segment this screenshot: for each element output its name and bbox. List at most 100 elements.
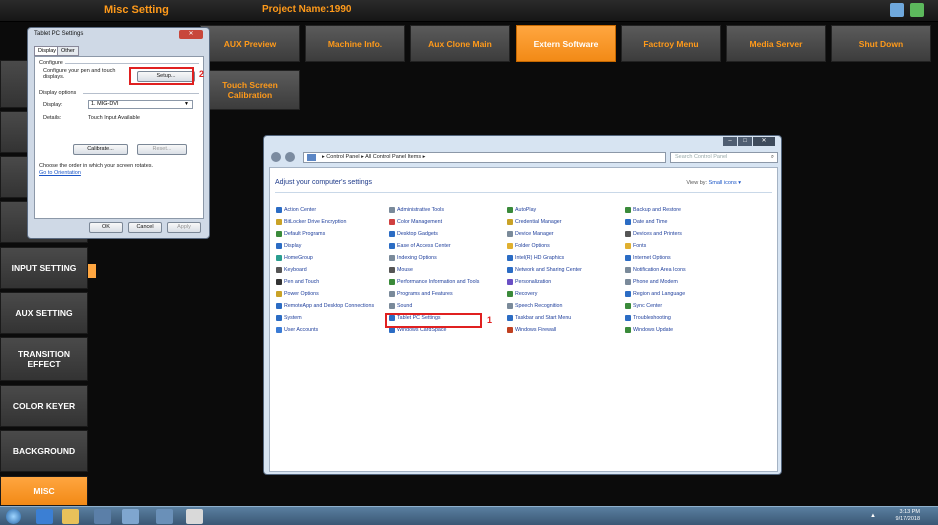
shut-down-button[interactable]: Shut Down [831,25,931,62]
tab-other[interactable]: Other [57,46,79,56]
control-panel-item-notification-area-icons[interactable]: Notification Area Icons [625,267,686,273]
cancel-button[interactable]: Cancel [128,222,162,233]
sidebar-item-background[interactable]: BACKGROUND [0,430,88,472]
control-panel-item-action-center[interactable]: Action Center [276,207,316,213]
control-panel-item-system[interactable]: System [276,315,302,321]
item-icon [276,243,282,249]
item-label: System [284,315,302,321]
item-icon [625,231,631,237]
control-panel-item-display[interactable]: Display [276,243,301,249]
control-panel-item-remoteapp-and-desktop-connections[interactable]: RemoteApp and Desktop Connections [276,303,374,309]
item-icon [507,219,513,225]
extern-software-button[interactable]: Extern Software [516,25,616,62]
control-panel-item-indexing-options[interactable]: Indexing Options [389,255,437,261]
chevron-down-icon: ▼ [184,101,189,107]
item-icon [625,303,631,309]
item-label: Windows Update [633,327,674,333]
display-select[interactable]: 1. MIG-DVI ▼ [88,100,193,109]
address-text: ▸ Control Panel ▸ All Control Panel Item… [322,154,426,160]
item-label: Troubleshooting [633,315,671,321]
internet-explorer-icon[interactable] [36,509,53,524]
back-icon[interactable] [271,152,281,162]
control-panel-item-performance-information-and-tools[interactable]: Performance Information and Tools [389,279,479,285]
project-name: Project Name:1990 [262,4,352,15]
monitor-icon[interactable] [910,3,924,17]
control-panel-item-folder-options[interactable]: Folder Options [507,243,550,249]
sidebar-item-input-setting[interactable]: INPUT SETTING [0,247,88,289]
search-input[interactable]: Search Control Panel ⌕ [670,152,778,163]
app-icon[interactable] [94,509,111,524]
control-panel-item-administrative-tools[interactable]: Administrative Tools [389,207,444,213]
sidebar-item-aux-setting[interactable]: AUX SETTING [0,292,88,334]
misc-app-taskbar-icon[interactable] [186,509,203,524]
item-icon [389,231,395,237]
control-panel-item-programs-and-features[interactable]: Programs and Features [389,291,453,297]
file-explorer-icon[interactable] [62,509,79,524]
control-panel-item-keyboard[interactable]: Keyboard [276,267,307,273]
tray-expand-icon[interactable]: ▲ [870,513,876,519]
control-panel-item-region-and-language[interactable]: Region and Language [625,291,685,297]
control-panel-item-speech-recognition[interactable]: Speech Recognition [507,303,562,309]
control-panel-item-troubleshooting[interactable]: Troubleshooting [625,315,671,321]
control-panel-item-devices-and-printers[interactable]: Devices and Printers [625,231,682,237]
address-bar[interactable]: ▸ Control Panel ▸ All Control Panel Item… [303,152,666,163]
control-panel-item-date-and-time[interactable]: Date and Time [625,219,667,225]
network-icon[interactable] [890,3,904,17]
tablet-settings-taskbar-icon[interactable] [156,509,173,524]
control-panel-item-windows-update[interactable]: Windows Update [625,327,673,333]
clock[interactable]: 3:13 PM 9/17/2018 [896,509,920,523]
control-panel-item-ease-of-access-center[interactable]: Ease of Access Center [389,243,451,249]
control-panel-item-backup-and-restore[interactable]: Backup and Restore [625,207,681,213]
forward-icon[interactable] [285,152,295,162]
control-panel-item-taskbar-and-start-menu[interactable]: Taskbar and Start Menu [507,315,571,321]
control-panel-item-pen-and-touch[interactable]: Pen and Touch [276,279,319,285]
control-panel-item-default-programs[interactable]: Default Programs [276,231,325,237]
control-panel-item-user-accounts[interactable]: User Accounts [276,327,318,333]
sidebar-item-misc[interactable]: MISC [0,476,88,506]
control-panel-item-internet-options[interactable]: Internet Options [625,255,671,261]
aux-clone-main-button[interactable]: Aux Clone Main [410,25,510,62]
control-panel-item-intel-r-hd-graphics[interactable]: Intel(R) HD Graphics [507,255,564,261]
control-panel-item-recovery[interactable]: Recovery [507,291,537,297]
close-icon[interactable]: ✕ [179,30,203,39]
control-panel-taskbar-icon[interactable] [122,509,139,524]
sidebar-item-color-keyer[interactable]: COLOR KEYER [0,385,88,427]
control-panel-item-device-manager[interactable]: Device Manager [507,231,554,237]
control-panel-item-bitlocker-drive-encryption[interactable]: BitLocker Drive Encryption [276,219,346,225]
minimize-icon[interactable]: – [723,137,737,146]
control-panel-item-color-management[interactable]: Color Management [389,219,442,225]
start-button[interactable] [6,509,21,524]
control-panel-item-credential-manager[interactable]: Credential Manager [507,219,562,225]
reset-button[interactable]: Reset... [137,144,187,155]
control-panel-item-autoplay[interactable]: AutoPlay [507,207,536,213]
annotation-number-1: 1 [487,315,493,325]
maximize-icon[interactable]: □ [738,137,752,146]
machine-info-button[interactable]: Machine Info. [305,25,405,62]
control-panel-item-sync-center[interactable]: Sync Center [625,303,662,309]
ok-button[interactable]: OK [89,222,123,233]
close-icon[interactable]: ✕ [753,137,775,146]
control-panel-item-phone-and-modem[interactable]: Phone and Modem [625,279,678,285]
view-by-dropdown[interactable]: Small icons ▾ [709,180,741,186]
control-panel-item-power-options[interactable]: Power Options [276,291,319,297]
go-to-orientation-link[interactable]: Go to Orientation [39,170,81,176]
control-panel-item-personalization[interactable]: Personalization [507,279,551,285]
apply-button[interactable]: Apply [167,222,201,233]
item-icon [625,291,631,297]
calibrate-button[interactable]: Calibrate... [73,144,128,155]
media-server-button[interactable]: Media Server [726,25,826,62]
aux-preview-button[interactable]: AUX Preview [200,25,300,62]
item-icon [625,327,631,333]
sidebar-item-transition-effect[interactable]: TRANSITION EFFECT [0,337,88,381]
item-icon [389,279,395,285]
control-panel-item-fonts[interactable]: Fonts [625,243,646,249]
control-panel-item-desktop-gadgets[interactable]: Desktop Gadgets [389,231,438,237]
control-panel-item-mouse[interactable]: Mouse [389,267,413,273]
touch-screen-calibration-button[interactable]: Touch Screen Calibration [200,70,300,110]
item-icon [507,267,513,273]
control-panel-item-sound[interactable]: Sound [389,303,412,309]
factory-menu-button[interactable]: Factroy Menu [621,25,721,62]
control-panel-item-windows-firewall[interactable]: Windows Firewall [507,327,556,333]
control-panel-item-network-and-sharing-center[interactable]: Network and Sharing Center [507,267,582,273]
control-panel-item-homegroup[interactable]: HomeGroup [276,255,313,261]
